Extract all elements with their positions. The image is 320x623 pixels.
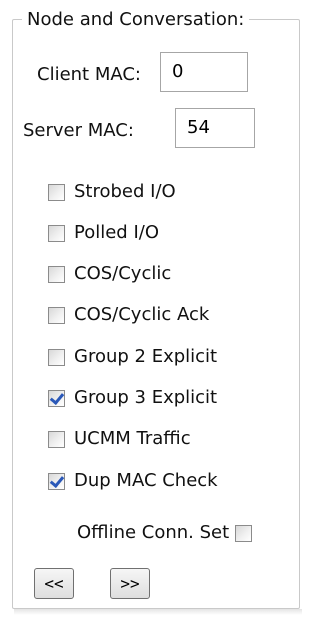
polled-io-checkbox[interactable] [48, 224, 65, 242]
server-mac-label: Server MAC: [23, 120, 134, 141]
option-strobed-io[interactable]: Strobed I/O [48, 179, 176, 205]
option-group-3-explicit[interactable]: Group 3 Explicit [48, 385, 217, 411]
group-2-explicit-label: Group 2 Explicit [74, 346, 218, 367]
offline-conn-set-label: Offline Conn. Set [77, 522, 230, 543]
offline-conn-set-checkbox[interactable] [235, 524, 253, 542]
server-mac-input[interactable]: 54 [175, 108, 255, 148]
cos-cyclic-ack-checkbox[interactable] [48, 306, 65, 324]
option-ucmm-traffic[interactable]: UCMM Traffic [48, 426, 191, 452]
strobed-io-label: Strobed I/O [74, 181, 176, 202]
strobed-io-checkbox[interactable] [48, 183, 65, 201]
group-3-explicit-label: Group 3 Explicit [74, 387, 218, 408]
ucmm-traffic-checkbox[interactable] [48, 430, 65, 448]
cos-cyclic-checkbox[interactable] [48, 265, 65, 283]
option-polled-io[interactable]: Polled I/O [48, 220, 159, 246]
group-title: Node and Conversation: [22, 8, 250, 32]
ucmm-traffic-label: UCMM Traffic [74, 428, 191, 449]
client-mac-input[interactable]: 0 [160, 52, 248, 92]
option-group-2-explicit[interactable]: Group 2 Explicit [48, 344, 217, 370]
cos-cyclic-ack-label: COS/Cyclic Ack [74, 304, 210, 325]
cos-cyclic-label: COS/Cyclic [74, 263, 172, 284]
previous-button[interactable]: << [34, 568, 74, 599]
next-button[interactable]: >> [110, 568, 150, 599]
option-cos-cyclic-ack[interactable]: COS/Cyclic Ack [48, 302, 209, 328]
option-offline-conn-set[interactable]: Offline Conn. Set [77, 520, 253, 546]
client-mac-label: Client MAC: [37, 64, 141, 85]
group-3-explicit-checkbox[interactable] [48, 389, 65, 407]
polled-io-label: Polled I/O [74, 222, 159, 243]
option-dup-mac-check[interactable]: Dup MAC Check [48, 468, 218, 494]
option-cos-cyclic[interactable]: COS/Cyclic [48, 261, 171, 287]
panel-shadow [14, 609, 302, 615]
group-2-explicit-checkbox[interactable] [48, 348, 65, 366]
dup-mac-check-checkbox[interactable] [48, 472, 65, 490]
dup-mac-check-label: Dup MAC Check [74, 470, 218, 491]
